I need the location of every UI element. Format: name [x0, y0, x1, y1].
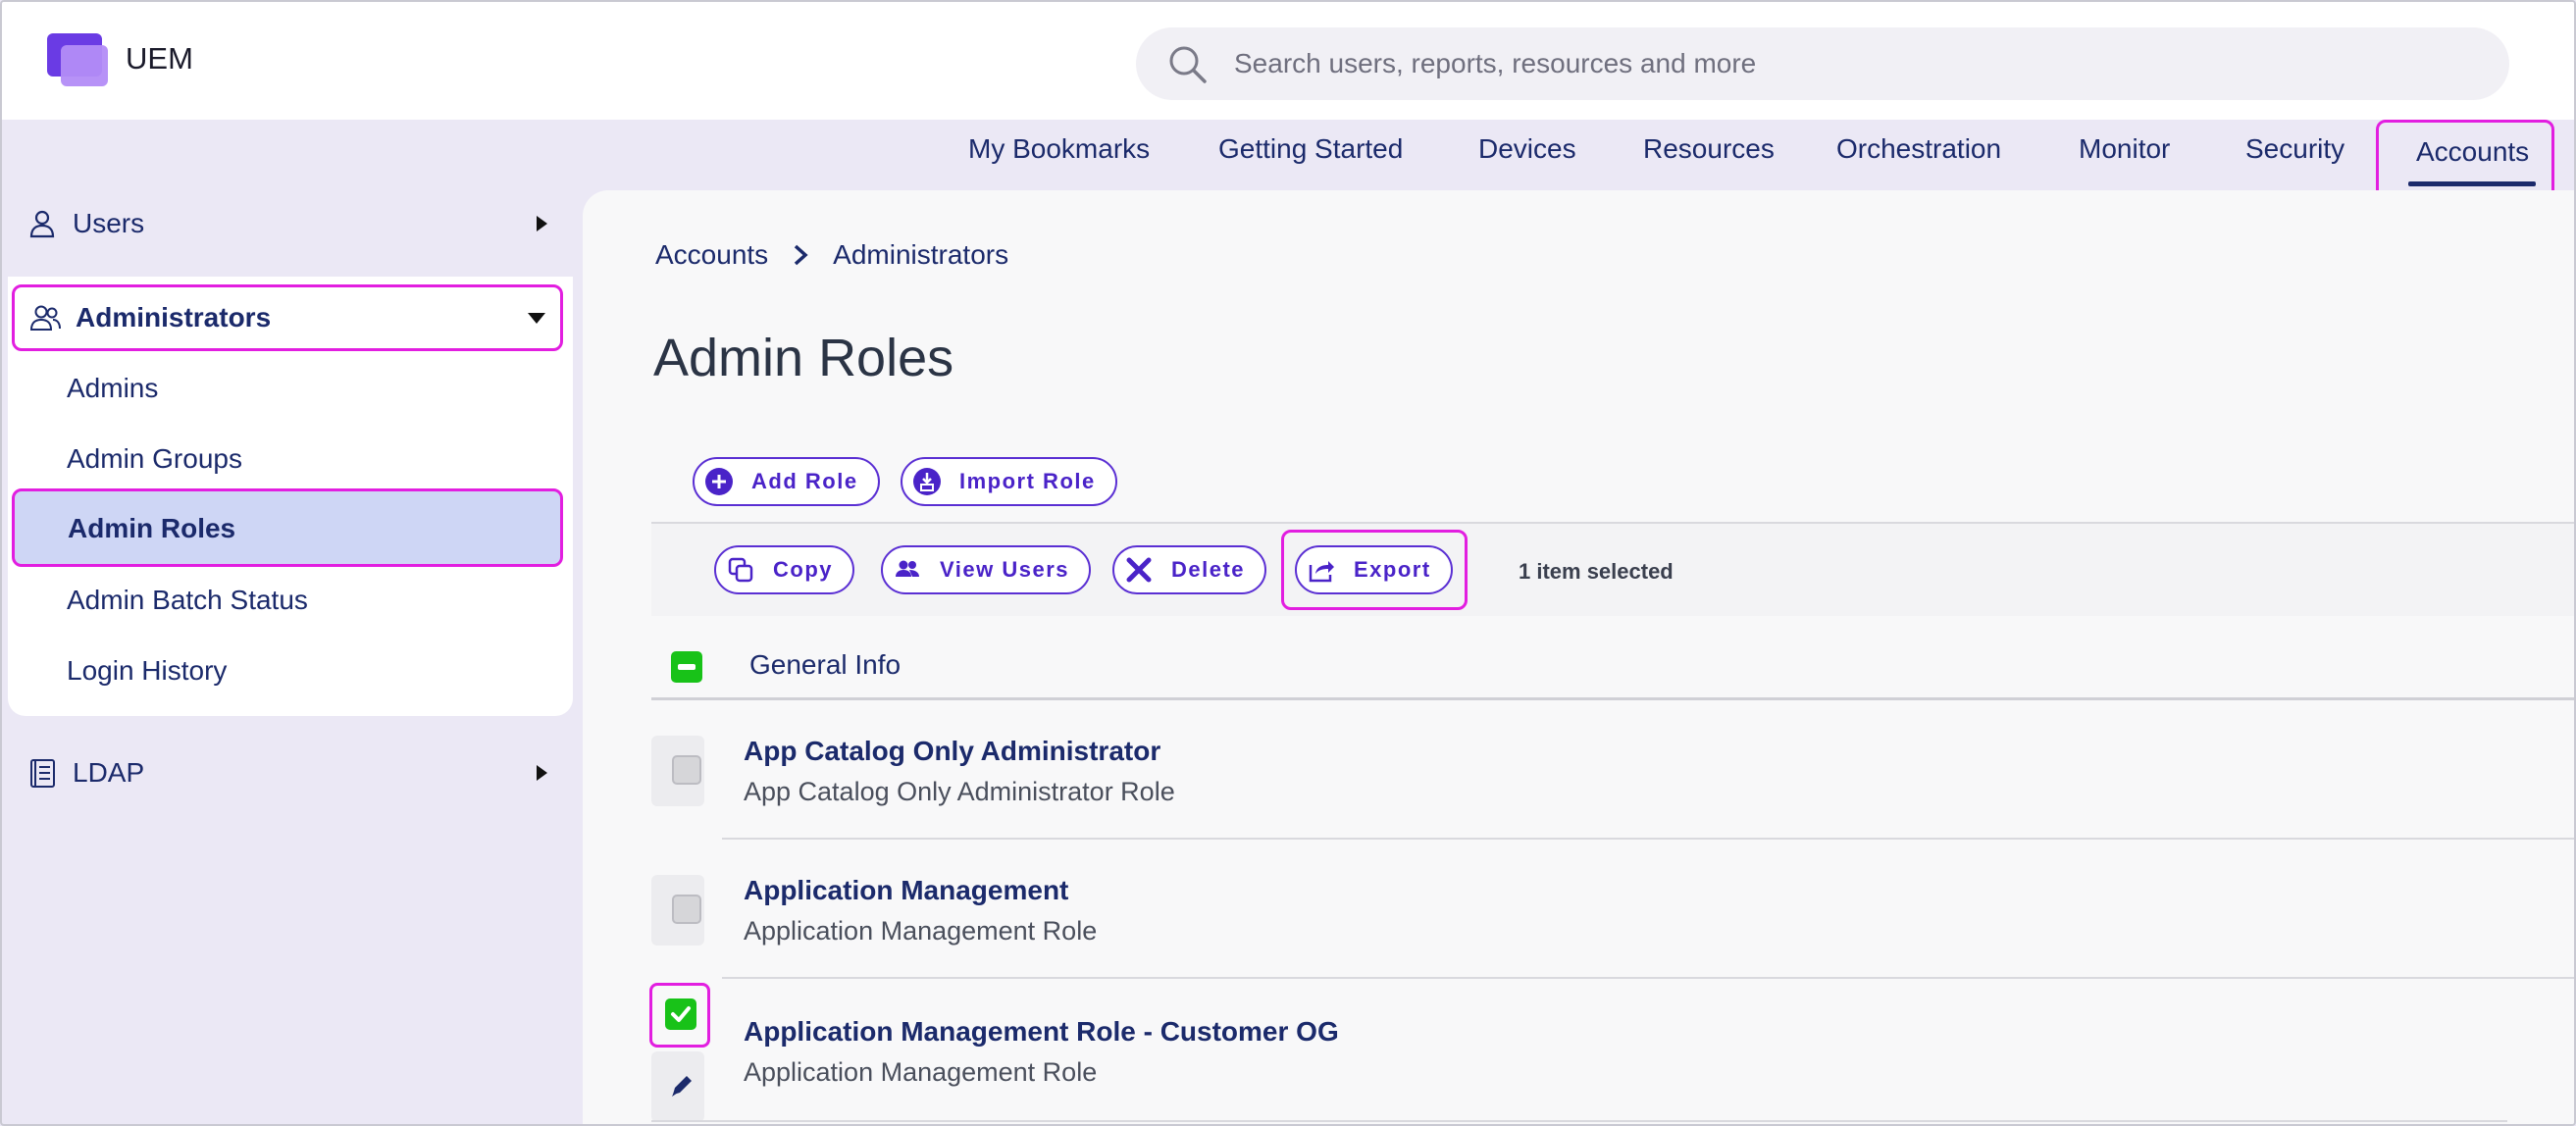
nav-accounts-label: Accounts: [2416, 136, 2530, 167]
sidebar-item-label: Users: [73, 208, 145, 238]
sidebar-sub-login-history[interactable]: Login History: [67, 655, 227, 687]
import-icon: [913, 468, 941, 495]
sidebar-item-users[interactable]: Users: [12, 192, 566, 255]
sidebar-item-label: LDAP: [73, 757, 145, 788]
global-search[interactable]: Search users, reports, resources and mor…: [1136, 27, 2509, 100]
plus-circle-icon: [705, 468, 733, 495]
sidebar-sub-admin-roles[interactable]: Admin Roles: [12, 488, 563, 567]
row-title[interactable]: App Catalog Only Administrator: [744, 736, 1160, 767]
breadcrumb: Accounts Administrators: [655, 239, 1008, 271]
import-role-label: Import Role: [959, 469, 1096, 493]
copy-button[interactable]: Copy: [714, 545, 854, 594]
breadcrumb-administrators[interactable]: Administrators: [833, 239, 1008, 271]
delete-label: Delete: [1171, 557, 1246, 582]
search-icon: [1169, 46, 1207, 83]
column-header-general-info: General Info: [749, 649, 902, 680]
delete-x-icon: [1126, 557, 1152, 583]
sidebar-item-ldap[interactable]: LDAP: [12, 742, 566, 804]
copy-icon: [728, 557, 753, 583]
user-icon: [29, 210, 55, 238]
top-bar: UEM Search users, reports, resources and…: [2, 2, 2574, 120]
caret-right-icon: [537, 216, 547, 231]
ldap-book-icon: [30, 759, 55, 788]
users-group-icon: [29, 305, 61, 331]
nav-security[interactable]: Security: [2245, 133, 2344, 165]
nav-resources[interactable]: Resources: [1643, 133, 1775, 165]
sidebar-item-administrators[interactable]: Administrators: [12, 284, 563, 351]
view-users-icon: [896, 560, 919, 577]
row-checkbox-checked[interactable]: [665, 998, 696, 1030]
app-name: UEM: [126, 41, 193, 76]
sidebar-sub-admin-batch-status[interactable]: Admin Batch Status: [67, 585, 308, 616]
nav-monitor[interactable]: Monitor: [2079, 133, 2170, 165]
delete-button[interactable]: Delete: [1112, 545, 1267, 594]
checkmark-icon: [671, 1006, 691, 1022]
row-checkbox[interactable]: [672, 895, 701, 924]
row-title[interactable]: Application Management: [744, 875, 1068, 906]
uem-logo[interactable]: [47, 33, 110, 88]
nav-devices[interactable]: Devices: [1478, 133, 1576, 165]
row-subtitle: Application Management Role: [744, 1057, 1098, 1087]
active-tab-underline: [2408, 181, 2536, 186]
row-divider: [722, 838, 2574, 840]
top-nav: My Bookmarks Getting Started Devices Res…: [2, 120, 2574, 190]
nav-getting-started[interactable]: Getting Started: [1218, 133, 1403, 165]
add-role-label: Add Role: [751, 469, 858, 493]
chevron-right-icon: [795, 244, 808, 266]
sidebar-item-label: Administrators: [76, 302, 272, 333]
caret-down-icon: [528, 313, 545, 324]
sidebar-sub-admin-groups[interactable]: Admin Groups: [67, 443, 242, 475]
nav-my-bookmarks[interactable]: My Bookmarks: [968, 133, 1150, 165]
view-users-button[interactable]: View Users: [881, 545, 1092, 594]
page-title: Admin Roles: [653, 329, 954, 387]
view-users-label: View Users: [940, 557, 1070, 582]
nav-orchestration[interactable]: Orchestration: [1836, 133, 2001, 165]
select-all-checkbox[interactable]: [671, 651, 702, 683]
row-subtitle: Application Management Role: [744, 916, 1098, 946]
sidebar-sub-label: Admin Roles: [68, 513, 236, 543]
search-input[interactable]: Search users, reports, resources and mor…: [1234, 48, 1756, 79]
breadcrumb-accounts[interactable]: Accounts: [655, 239, 768, 271]
sidebar-sub-admins[interactable]: Admins: [67, 373, 158, 404]
selection-count: 1 item selected: [1519, 559, 1674, 584]
copy-label: Copy: [773, 557, 833, 582]
import-role-button[interactable]: Import Role: [901, 457, 1117, 506]
caret-right-icon: [537, 765, 547, 781]
row-checkbox[interactable]: [672, 755, 701, 785]
add-role-button[interactable]: Add Role: [693, 457, 880, 506]
table-header: [651, 616, 2574, 700]
row-divider: [651, 1120, 2507, 1122]
row-title[interactable]: Application Management Role - Customer O…: [744, 1016, 1339, 1048]
export-highlight: [1281, 530, 1468, 610]
row-subtitle: App Catalog Only Administrator Role: [744, 777, 1175, 806]
row-divider: [722, 977, 2574, 979]
pencil-icon[interactable]: [667, 1071, 696, 1100]
app-window: UEM Search users, reports, resources and…: [0, 0, 2576, 1126]
